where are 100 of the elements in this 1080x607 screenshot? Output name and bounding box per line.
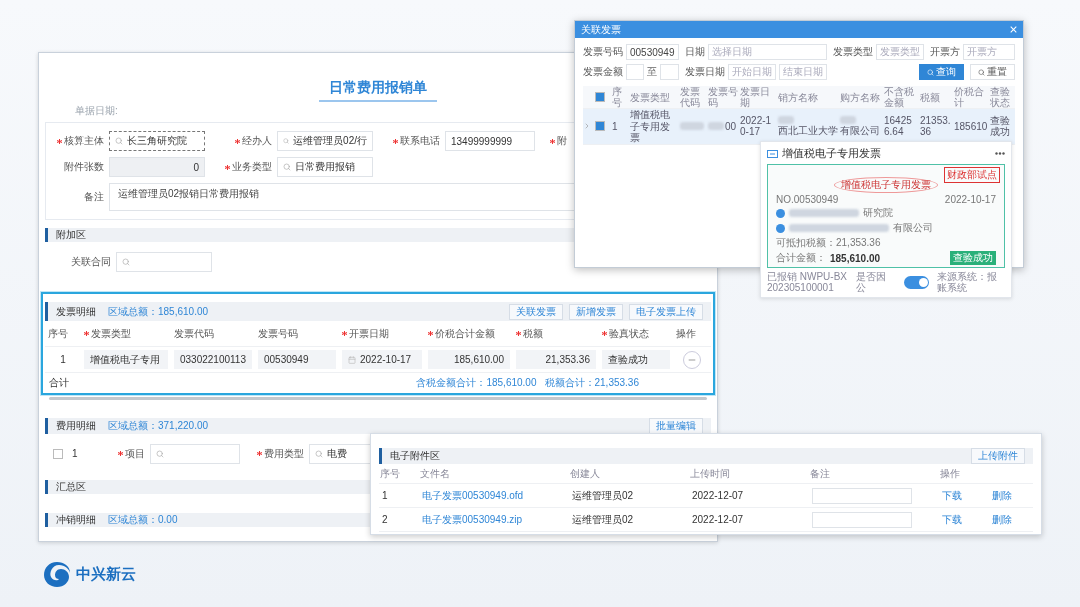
note-field[interactable] [812, 487, 912, 504]
toggle-switch[interactable] [904, 275, 929, 289]
close-icon[interactable] [1010, 26, 1017, 33]
filter-field[interactable] [660, 64, 679, 80]
section-button[interactable]: 电子发票上传 [629, 303, 703, 320]
search-icon [122, 258, 130, 266]
table-cell-text: 2022-10-17 [740, 114, 773, 138]
cell-field[interactable]: 查验成功 [602, 350, 670, 369]
column-header: 购方名称 [839, 91, 881, 103]
header-checkbox[interactable] [595, 92, 605, 102]
column-header: 发票号码 [258, 326, 298, 341]
section-button[interactable]: 关联发票 [509, 303, 563, 320]
cell-field[interactable]: 00530949 [258, 350, 336, 369]
filter-field[interactable]: 开票方 [962, 44, 1015, 60]
scrollbar[interactable] [49, 397, 707, 400]
table-cell-text: 2022-12-07 [691, 490, 745, 501]
table-cell-text: 增值税电子专用发票 [630, 109, 671, 144]
column-header: 序号 [611, 86, 623, 108]
filter-field[interactable]: 发票类型 [875, 44, 924, 60]
table-cell-text: 运维管理员02 [571, 488, 635, 503]
seller-name: 有限公司 [893, 221, 933, 235]
column-header: 备注 [809, 468, 831, 479]
lookup-field[interactable]: 电费 [308, 443, 371, 464]
row-checkbox[interactable] [53, 448, 63, 459]
file-link[interactable]: 电子发票00530949.zip [419, 512, 569, 527]
filter-label: 发票金额 [583, 65, 623, 79]
cell-field[interactable]: 033022100113 [174, 350, 252, 369]
field-label: 附 [557, 134, 567, 148]
upload-button[interactable]: 上传附件 [971, 448, 1025, 464]
search-icon [283, 137, 290, 145]
expand-icon[interactable] [583, 122, 591, 131]
column-header: 序号 [48, 326, 68, 341]
search-icon [115, 137, 123, 145]
field-label: 经办人 [242, 134, 272, 148]
logo-text: 中兴新云 [76, 564, 136, 584]
input-field[interactable]: 13499999999 [445, 131, 535, 151]
lookup-field[interactable]: 长三角研究院 [109, 131, 205, 151]
lookup-field[interactable]: 日常费用报销 [277, 157, 373, 177]
section-title: 电子附件区 [390, 449, 440, 463]
range-separator: 至 [647, 65, 658, 79]
file-link[interactable]: 电子发票00530949.ofd [419, 488, 569, 503]
filter-field[interactable]: 开始日期 [727, 64, 776, 80]
total-amount: 含税金额合计：185,610.00 [416, 376, 537, 390]
logo-icon [42, 560, 72, 588]
section-total: 区域总额：185,610.00 [108, 304, 209, 319]
invoice-icon [767, 149, 778, 158]
calendar-icon [348, 355, 356, 364]
total-label: 合计 [49, 376, 69, 390]
filter-field[interactable]: 选择日期 [707, 44, 827, 60]
amount-field[interactable]: 21,353.36 [516, 350, 596, 369]
dialog-button[interactable]: 查询 [919, 64, 964, 80]
total-label: 合计金额： [776, 251, 826, 265]
column-header: 价税合计 [953, 86, 985, 108]
reimbursed-note: 已报销 NWPU-BX202305100001 [767, 271, 848, 293]
more-icon[interactable] [995, 152, 1005, 155]
table-cell: 21353.36 [920, 114, 952, 138]
section-button[interactable]: 批量编辑 [649, 417, 703, 434]
section-title: 附加区 [56, 228, 86, 242]
field-label: 关联合同 [71, 255, 111, 269]
buyer-icon [776, 208, 785, 218]
column-header: 发票日期 [739, 86, 771, 108]
filter-label: 发票日期 [684, 65, 725, 79]
lookup-field[interactable] [149, 443, 240, 464]
invoice-number: NO.00530949 [776, 194, 839, 205]
table-cell: 185610 [954, 120, 988, 132]
table-cell-text: 1 [59, 354, 67, 365]
download-link[interactable]: 下载 [939, 488, 989, 503]
redacted-bar [789, 209, 859, 217]
section-total: 区域总额：371,220.00 [108, 418, 209, 433]
field-label: 备注 [84, 190, 104, 204]
delete-link[interactable]: 删除 [989, 488, 1033, 503]
delete-link[interactable]: 删除 [989, 512, 1033, 527]
table-cell-text: 2 [381, 514, 389, 525]
section-button[interactable]: 新增发票 [569, 303, 623, 320]
column-header: 发票代码 [174, 326, 214, 341]
download-link[interactable]: 下载 [939, 512, 989, 527]
row-checkbox[interactable] [595, 121, 605, 132]
section-title: 发票明细 [56, 304, 96, 319]
column-header: 发票类型 [629, 91, 671, 103]
column-header: 创建人 [569, 468, 601, 479]
filter-field[interactable]: 00530949 [626, 44, 679, 60]
column-header: 文件名 [419, 468, 451, 479]
filter-field[interactable] [626, 64, 645, 80]
field-label: 核算主体 [64, 134, 104, 148]
filter-field[interactable]: 结束日期 [778, 64, 827, 80]
pilot-stamp: 财政部试点 [944, 167, 1000, 183]
amount-field[interactable]: 185,610.00 [428, 350, 510, 369]
field-label: 项目 [124, 446, 145, 461]
dialog-button[interactable]: 重置 [970, 64, 1015, 80]
date-label: 单据日期: [75, 104, 118, 118]
lookup-field[interactable]: 运维管理员02/行 [277, 131, 373, 151]
note-field[interactable] [812, 511, 912, 528]
field-label: 附件张数 [64, 160, 104, 174]
remove-button[interactable] [683, 350, 701, 369]
table-cell: 有限公司 [840, 125, 880, 137]
column-header: 查验状态 [989, 86, 1011, 108]
lookup-field[interactable] [116, 252, 212, 272]
type-select[interactable]: 增值税电子专用 [84, 350, 168, 369]
field-label: 联系电话 [400, 134, 440, 148]
date-field[interactable]: 2022-10-17 [342, 350, 422, 369]
